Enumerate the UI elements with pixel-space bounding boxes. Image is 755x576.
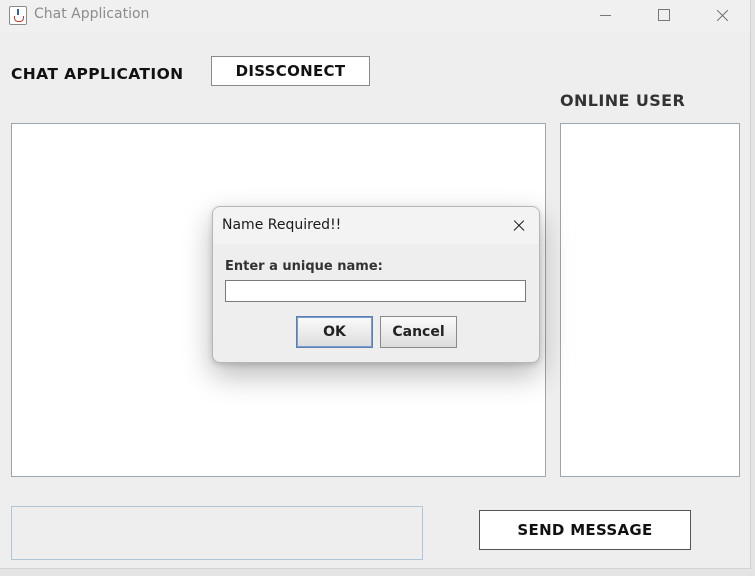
minimize-icon[interactable] bbox=[583, 0, 629, 32]
java-cup-icon bbox=[9, 6, 27, 25]
app-heading: CHAT APPLICATION bbox=[11, 65, 184, 83]
dialog-titlebar[interactable]: Name Required!! bbox=[213, 207, 539, 244]
message-input[interactable] bbox=[11, 506, 423, 560]
send-message-button[interactable]: SEND MESSAGE bbox=[479, 510, 691, 550]
window-titlebar[interactable]: Chat Application bbox=[0, 0, 750, 32]
maximize-icon[interactable] bbox=[641, 0, 687, 32]
close-icon[interactable] bbox=[699, 0, 745, 32]
cancel-button[interactable]: Cancel bbox=[380, 316, 457, 348]
unique-name-input[interactable] bbox=[225, 280, 526, 302]
dialog-close-icon[interactable] bbox=[503, 212, 535, 240]
dialog-prompt-label: Enter a unique name: bbox=[225, 259, 383, 274]
disconnect-button[interactable]: DISSCONECT bbox=[211, 56, 370, 86]
ok-button[interactable]: OK bbox=[296, 316, 373, 348]
window-title: Chat Application bbox=[34, 6, 150, 22]
online-user-heading: ONLINE USER bbox=[560, 91, 686, 110]
online-users-list[interactable] bbox=[560, 123, 740, 477]
dialog-title: Name Required!! bbox=[222, 217, 342, 233]
name-required-dialog: Name Required!! Enter a unique name: OK … bbox=[212, 206, 540, 363]
